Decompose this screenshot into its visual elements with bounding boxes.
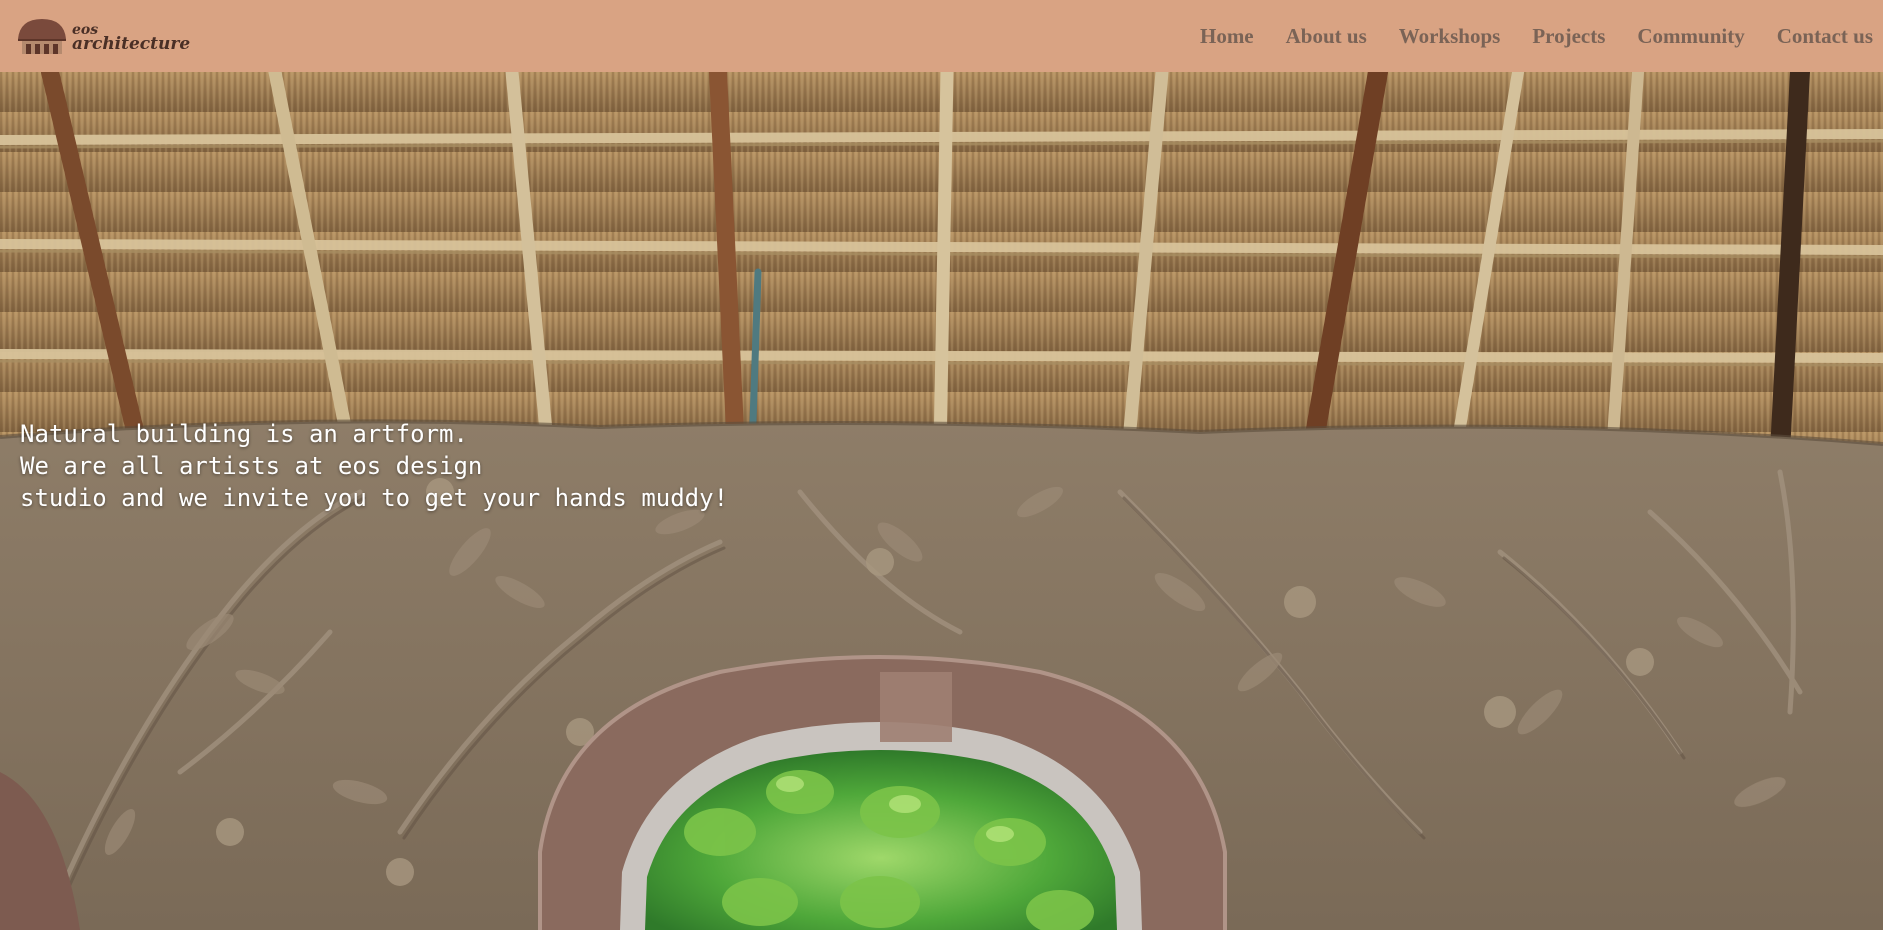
hero-section: Natural building is an artform. We are a… (0, 72, 1883, 930)
nav-workshops[interactable]: Workshops (1399, 24, 1501, 49)
hero-tagline: Natural building is an artform. We are a… (20, 418, 728, 514)
brand-wordmark: eos architecture (72, 23, 191, 54)
hero-line-3: studio and we invite you to get your han… (20, 484, 729, 512)
brand-logo[interactable]: eos architecture (16, 17, 190, 55)
site-header: eos architecture Home About us Workshops… (0, 0, 1883, 72)
hero-line-2: We are all artists at eos design (20, 452, 483, 480)
nav-about-us[interactable]: About us (1286, 24, 1367, 49)
nav-community[interactable]: Community (1637, 24, 1744, 49)
nav-contact-us[interactable]: Contact us (1777, 24, 1873, 49)
hut-logo-icon (18, 19, 66, 54)
nav-home[interactable]: Home (1200, 24, 1254, 49)
brand-line-2: architecture (72, 34, 191, 54)
main-nav: Home About us Workshops Projects Communi… (1200, 24, 1873, 49)
nav-projects[interactable]: Projects (1532, 24, 1605, 49)
hero-line-1: Natural building is an artform. (20, 420, 468, 448)
